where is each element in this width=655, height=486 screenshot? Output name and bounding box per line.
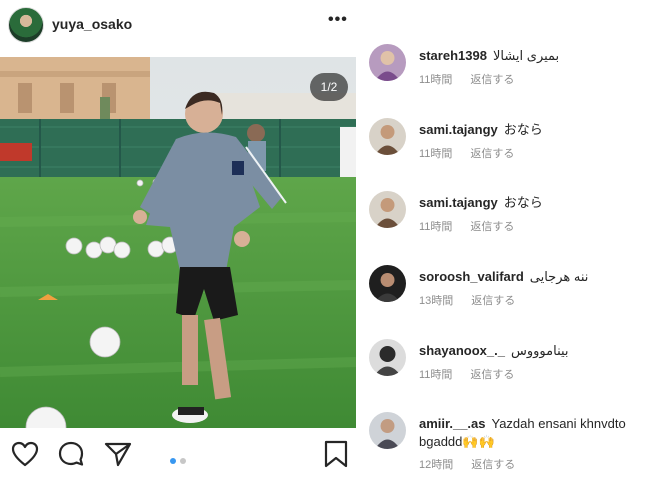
comment-item: stareh1398 بمیری ایشالا 11時間 返信する: [356, 44, 655, 118]
reply-button[interactable]: 返信する: [470, 221, 514, 233]
comment-time: 11時間: [419, 221, 453, 233]
comment-time: 11時間: [419, 369, 453, 381]
comment-text-line: amiir.__.as Yazdah ensani khnvdto bgaddd🙌…: [419, 415, 649, 451]
comment-text-line: shayanoox_._ بیناموووس: [419, 342, 649, 360]
comment-body: بمیری ایشالا: [492, 48, 560, 63]
carousel-indicator: [170, 451, 190, 469]
comment-username[interactable]: amiir.__.as: [419, 416, 486, 431]
comment-text-line: soroosh_valifard ننه هرجایی: [419, 268, 649, 286]
comment-body: おなら: [503, 122, 543, 137]
comment-time: 11時間: [419, 74, 453, 86]
avatar[interactable]: [369, 412, 406, 449]
post-photo-image: [0, 57, 356, 428]
reply-button[interactable]: 返信する: [471, 459, 515, 471]
comment-username[interactable]: sami.tajangy: [419, 195, 498, 210]
post-header: yuya_osako •••: [0, 0, 356, 50]
comment-item: amiir.__.as Yazdah ensani khnvdto bgaddd🙌…: [356, 412, 655, 486]
avatar[interactable]: [369, 44, 406, 81]
comment-meta: 13時間 返信する: [419, 292, 533, 308]
comment-text-line: sami.tajangy おなら: [419, 194, 649, 212]
comment-meta: 11時間 返信する: [419, 71, 532, 87]
comment-time: 12時間: [419, 459, 454, 471]
comment-item: sami.tajangy おなら 11時間 返信する: [356, 118, 655, 192]
avatar[interactable]: [369, 118, 406, 155]
avatar[interactable]: [369, 339, 406, 376]
comment-meta: 12時間 返信する: [419, 456, 533, 472]
avatar[interactable]: [369, 191, 406, 228]
comment-username[interactable]: stareh1398: [419, 48, 487, 63]
reply-button[interactable]: 返信する: [471, 295, 515, 307]
reply-button[interactable]: 返信する: [470, 369, 514, 381]
reply-button[interactable]: 返信する: [470, 148, 514, 160]
comment-meta: 11時間 返信する: [419, 218, 532, 234]
comment-text-line: stareh1398 بمیری ایشالا: [419, 47, 649, 65]
slide-counter-badge: 1/2: [310, 73, 348, 101]
carousel-dot-active: [170, 458, 176, 464]
heart-icon[interactable]: [10, 439, 40, 469]
carousel-dot: [180, 458, 186, 464]
comment-meta: 11時間 返信する: [419, 366, 532, 382]
avatar[interactable]: [8, 7, 44, 43]
post-username[interactable]: yuya_osako: [52, 16, 132, 32]
comment-text-line: sami.tajangy おなら: [419, 121, 649, 139]
comment-item: soroosh_valifard ننه هرجایی 13時間 返信する: [356, 265, 655, 339]
post-panel: yuya_osako ••• 1/2: [0, 0, 356, 473]
bookmark-icon[interactable]: [321, 439, 351, 469]
comment-meta: 11時間 返信する: [419, 145, 532, 161]
comment-username[interactable]: sami.tajangy: [419, 122, 498, 137]
comment-time: 13時間: [419, 295, 454, 307]
comment-icon[interactable]: [56, 439, 86, 469]
comment-body: ننه هرجایی: [529, 269, 589, 284]
comment-body: おなら: [503, 195, 543, 210]
comment-username[interactable]: shayanoox_._: [419, 343, 505, 358]
avatar[interactable]: [369, 265, 406, 302]
more-options-icon[interactable]: •••: [328, 11, 348, 29]
share-icon[interactable]: [103, 439, 133, 469]
post-photo[interactable]: [0, 57, 356, 428]
reply-button[interactable]: 返信する: [470, 74, 514, 86]
post-actions-bar: [0, 432, 356, 473]
comment-item: shayanoox_._ بیناموووس 11時間 返信する: [356, 339, 655, 413]
comment-username[interactable]: soroosh_valifard: [419, 269, 524, 284]
comment-item: sami.tajangy おなら 11時間 返信する: [356, 191, 655, 265]
comment-time: 11時間: [419, 148, 453, 160]
comments-panel: stareh1398 بمیری ایشالا 11時間 返信する sami.taj…: [356, 0, 655, 473]
comment-body: بیناموووس: [511, 343, 569, 358]
